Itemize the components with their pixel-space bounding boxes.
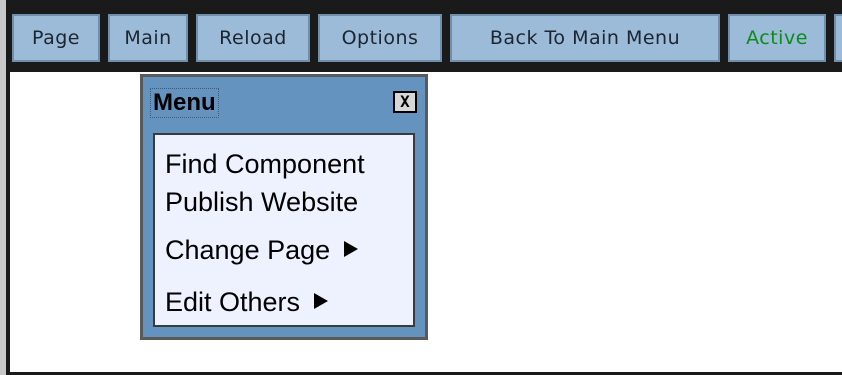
menu-item-label: Publish Website (165, 187, 359, 217)
page-button[interactable]: Page (12, 14, 100, 62)
options-button[interactable]: Options (318, 14, 442, 62)
menu-item-label: Change Page (165, 235, 331, 265)
menu-item-publish-website[interactable]: Publish Website (165, 187, 358, 217)
menu-window: Menu X Find Component Publish Website Ch… (140, 74, 428, 340)
main-button[interactable]: Main (108, 14, 188, 62)
menu-title[interactable]: Menu (150, 88, 219, 118)
menu-item-label: Edit Others (165, 287, 301, 317)
menu-item-find-component[interactable]: Find Component (165, 149, 365, 179)
arrow-right-icon (344, 241, 359, 257)
back-to-main-menu-button[interactable]: Back To Main Menu (450, 14, 720, 62)
menu-list: Find Component Publish Website Change Pa… (153, 133, 415, 327)
close-button[interactable]: X (393, 91, 417, 113)
arrow-right-icon (314, 293, 329, 309)
menu-item-edit-others[interactable]: Edit Others (165, 287, 329, 317)
content-area: Menu X Find Component Publish Website Ch… (10, 72, 842, 372)
toolbar: Page Main Reload Options Back To Main Me… (6, 0, 842, 70)
active-button[interactable]: Active (728, 14, 826, 62)
app-frame: Page Main Reload Options Back To Main Me… (6, 0, 842, 375)
reload-button[interactable]: Reload (196, 14, 310, 62)
menu-item-label: Find Component (165, 149, 365, 179)
menu-item-change-page[interactable]: Change Page (165, 235, 359, 265)
toolbar-button-partial[interactable] (834, 14, 842, 62)
close-icon: X (400, 92, 410, 111)
